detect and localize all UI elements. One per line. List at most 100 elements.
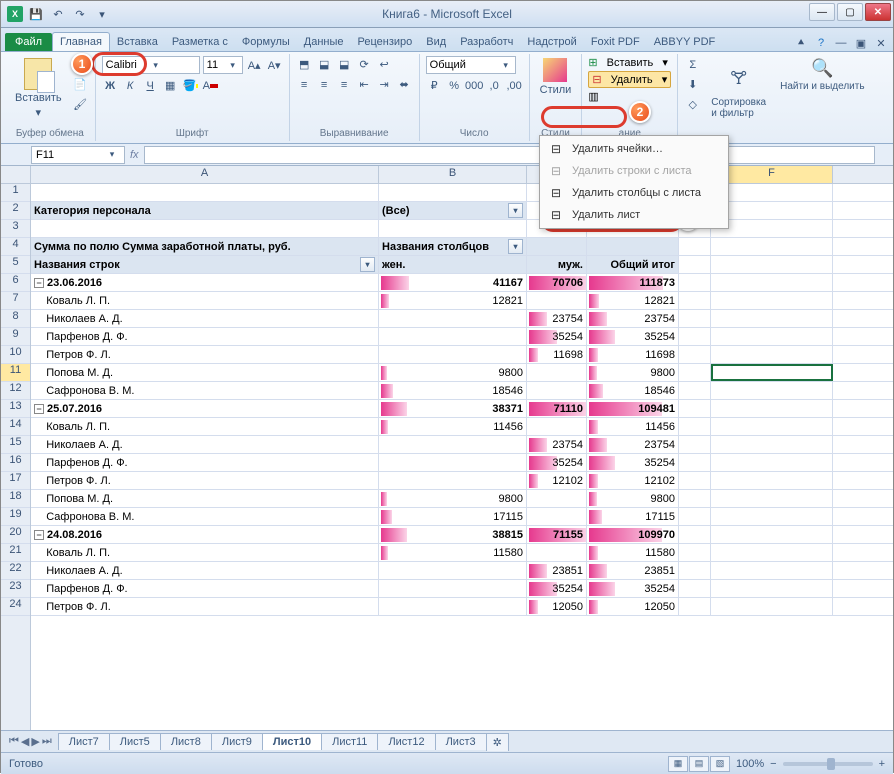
fill-icon[interactable]: ⬇	[684, 76, 701, 93]
maximize-button[interactable]: ▢	[837, 3, 863, 21]
tab-data[interactable]: Данные	[297, 33, 351, 51]
row-header[interactable]: 19	[1, 508, 30, 526]
row-header[interactable]: 7	[1, 292, 30, 310]
collapse-icon[interactable]: −	[34, 404, 44, 414]
name-box[interactable]: ▾	[31, 146, 125, 164]
row-header[interactable]: 20	[1, 526, 30, 544]
align-right-icon[interactable]: ≡	[336, 76, 353, 93]
grid[interactable]: Категория персонала(Все)▾Сумма по полю С…	[31, 184, 893, 730]
tab-insert[interactable]: Вставка	[110, 33, 165, 51]
wrap-text-icon[interactable]: ↩	[376, 56, 393, 73]
format-painter-icon[interactable]: 🖌	[72, 96, 89, 113]
nav-next-icon[interactable]: ▶	[31, 735, 39, 748]
paste-button[interactable]: Вставить ▾	[11, 56, 66, 121]
row-header[interactable]: 5	[1, 256, 30, 274]
sheet-tab[interactable]: Лист11	[321, 733, 378, 750]
chevron-down-icon[interactable]: ▾	[500, 60, 512, 71]
row-header[interactable]: 14	[1, 418, 30, 436]
row-header[interactable]: 13	[1, 400, 30, 418]
currency-icon[interactable]: ₽	[426, 77, 443, 94]
save-icon[interactable]: 💾	[27, 5, 45, 23]
help-icon[interactable]: ?	[813, 35, 829, 51]
delete-sheet-item[interactable]: ⊟Удалить лист	[542, 204, 726, 226]
align-left-icon[interactable]: ≡	[296, 76, 313, 93]
copy-icon[interactable]: 📄	[72, 76, 89, 93]
find-select-button[interactable]: 🔍Найти и выделить	[776, 56, 868, 94]
bold-button[interactable]: Ж	[102, 77, 119, 94]
number-format-field[interactable]: ▾	[426, 56, 516, 74]
col-header-A[interactable]: A	[31, 166, 379, 183]
autosum-icon[interactable]: Σ	[684, 56, 701, 73]
tab-dev[interactable]: Разработч	[453, 33, 520, 51]
col-header-B[interactable]: B	[379, 166, 527, 183]
increase-indent-icon[interactable]: ⇥	[376, 76, 393, 93]
percent-icon[interactable]: %	[446, 77, 463, 94]
formula-bar[interactable]	[144, 146, 875, 164]
delete-cols-item[interactable]: ⊟Удалить столбцы с листа	[542, 182, 726, 204]
tab-layout[interactable]: Разметка с	[165, 33, 235, 51]
filter-button[interactable]: ▾	[360, 257, 375, 272]
tab-view[interactable]: Вид	[419, 33, 453, 51]
row-header[interactable]: 10	[1, 346, 30, 364]
row-header[interactable]: 1	[1, 184, 30, 202]
sheet-tab[interactable]: Лист7	[58, 733, 110, 750]
align-top-icon[interactable]: ⬒	[296, 56, 313, 73]
italic-button[interactable]: К	[122, 77, 139, 94]
minimize-button[interactable]: —	[809, 3, 835, 21]
row-header[interactable]: 12	[1, 382, 30, 400]
sheet-tab[interactable]: Лист8	[160, 733, 212, 750]
sheet-tab[interactable]: Лист10	[262, 733, 322, 750]
row-header[interactable]: 6	[1, 274, 30, 292]
font-size-field[interactable]: ▾	[203, 56, 243, 74]
row-header[interactable]: 2	[1, 202, 30, 220]
row-header[interactable]: 11	[1, 364, 30, 382]
page-layout-view-icon[interactable]: ▤	[689, 756, 709, 772]
nav-first-icon[interactable]: ⏮	[9, 735, 19, 748]
sort-filter-button[interactable]: 🝖Сортировкаи фильтр	[707, 56, 770, 121]
tab-addins[interactable]: Надстрой	[520, 33, 583, 51]
increase-decimal-icon[interactable]: ,0	[486, 77, 503, 94]
decrease-font-icon[interactable]: A▾	[266, 57, 283, 74]
doc-restore-icon[interactable]: ▣	[853, 35, 869, 51]
page-break-view-icon[interactable]: ▧	[710, 756, 730, 772]
tab-formulas[interactable]: Формулы	[235, 33, 297, 51]
redo-icon[interactable]: ↷	[71, 5, 89, 23]
filter-button[interactable]: ▾	[508, 203, 523, 218]
new-sheet-button[interactable]: ✲	[486, 733, 509, 751]
tab-review[interactable]: Рецензиро	[351, 33, 420, 51]
align-center-icon[interactable]: ≡	[316, 76, 333, 93]
decrease-decimal-icon[interactable]: ,00	[506, 77, 523, 94]
sheet-tab[interactable]: Лист12	[377, 733, 435, 750]
row-header[interactable]: 17	[1, 472, 30, 490]
row-header[interactable]: 18	[1, 490, 30, 508]
tab-abbyy[interactable]: ABBYY PDF	[647, 33, 723, 51]
ribbon-minimize-icon[interactable]: ⯅	[793, 35, 809, 51]
nav-prev-icon[interactable]: ◀	[21, 735, 29, 748]
chevron-down-icon[interactable]: ▾	[662, 56, 668, 69]
sheet-tab[interactable]: Лист9	[211, 733, 263, 750]
fill-color-icon[interactable]: 🪣	[182, 77, 199, 94]
row-header[interactable]: 16	[1, 454, 30, 472]
decrease-indent-icon[interactable]: ⇤	[356, 76, 373, 93]
chevron-down-icon[interactable]: ▾	[150, 60, 162, 71]
row-header[interactable]: 23	[1, 580, 30, 598]
underline-button[interactable]: Ч	[142, 77, 159, 94]
border-icon[interactable]: ▦	[162, 77, 179, 94]
row-header[interactable]: 9	[1, 328, 30, 346]
chevron-down-icon[interactable]: ▾	[227, 60, 239, 71]
tab-home[interactable]: Главная	[52, 32, 110, 51]
fx-icon[interactable]: fx	[125, 149, 144, 161]
nav-last-icon[interactable]: ⏭	[42, 735, 52, 748]
chevron-down-icon[interactable]: ▾	[106, 149, 118, 160]
increase-font-icon[interactable]: A▴	[246, 57, 263, 74]
row-header[interactable]: 8	[1, 310, 30, 328]
orientation-icon[interactable]: ⟳	[356, 56, 373, 73]
undo-icon[interactable]: ↶	[49, 5, 67, 23]
merge-icon[interactable]: ⬌	[396, 76, 413, 93]
col-header-F[interactable]: F	[711, 166, 833, 183]
zoom-in-icon[interactable]: +	[879, 758, 885, 770]
select-all-corner[interactable]	[1, 166, 31, 184]
row-header[interactable]: 21	[1, 544, 30, 562]
doc-close-icon[interactable]: ✕	[873, 35, 889, 51]
styles-button[interactable]: Стили	[536, 56, 576, 98]
